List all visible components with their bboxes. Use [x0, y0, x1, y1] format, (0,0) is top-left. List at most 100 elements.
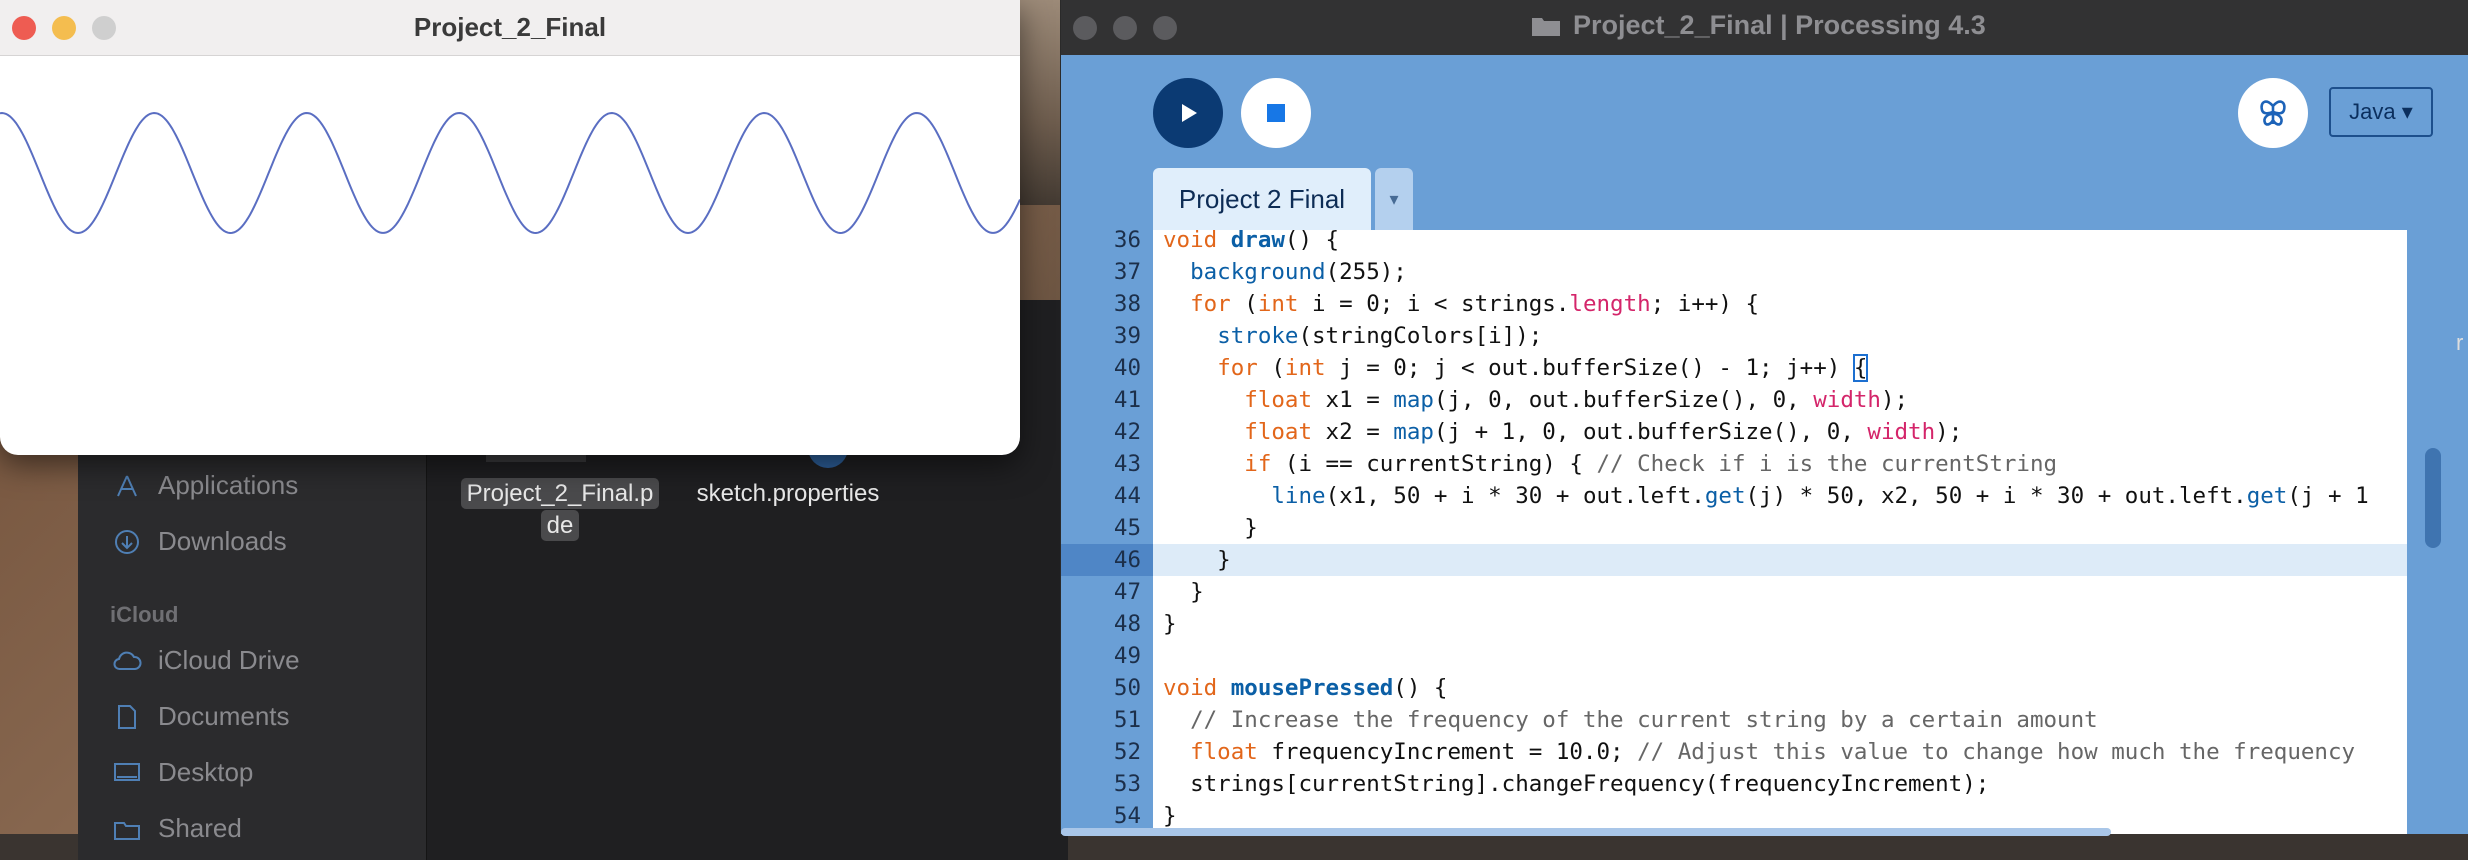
code-line[interactable]: 48} [1061, 608, 2407, 640]
file-name: sketch.properties [696, 480, 880, 507]
code-text: for (int j = 0; j < out.bufferSize() - 1… [1217, 354, 1869, 382]
play-icon [1182, 104, 1197, 122]
code-line[interactable]: 41 float x1 = map(j, 0, out.bufferSize()… [1061, 384, 2407, 416]
line-number: 37 [1113, 259, 1141, 285]
code-text: void mousePressed() { [1163, 675, 1448, 701]
code-line[interactable]: 47 } [1061, 576, 2407, 608]
code-text: background(255); [1190, 259, 1407, 285]
editor-scrollbar[interactable] [2407, 230, 2468, 834]
document-icon [112, 702, 142, 732]
code-text: float frequencyIncrement = 10.0; // Adju… [1190, 739, 2356, 765]
line-number: 50 [1113, 675, 1141, 701]
code-text: float x1 = map(j, 0, out.bufferSize(), 0… [1244, 387, 1909, 413]
code-line[interactable]: 45 } [1061, 512, 2407, 544]
line-number: 38 [1113, 291, 1141, 317]
scrollbar-thumb[interactable] [2425, 448, 2441, 548]
code-line[interactable]: 44 line(x1, 50 + i * 30 + out.left.get(j… [1061, 480, 2407, 512]
line-number: 52 [1113, 739, 1141, 765]
sidebar-item-downloads[interactable]: Downloads [112, 526, 287, 557]
offscreen-text-fragment: r [2456, 330, 2464, 355]
code-text: } [1163, 547, 1231, 573]
sidebar-item-label: iCloud Drive [158, 645, 300, 675]
file-item-pde[interactable]: Project_2_Final.p de [450, 478, 670, 542]
sidebar-item-applications[interactable]: Applications [112, 470, 298, 501]
cloud-icon [112, 646, 142, 676]
sidebar-item-label: Downloads [158, 526, 287, 556]
sidebar-section-icloud: iCloud [110, 602, 179, 627]
tab-menu-button[interactable]: ▾ [1375, 168, 1413, 230]
minimize-button[interactable] [1113, 16, 1137, 40]
line-number: 46 [1061, 544, 1153, 576]
code-line[interactable]: 40 for (int j = 0; j < out.bufferSize() … [1061, 352, 2407, 384]
zoom-button[interactable] [1153, 16, 1177, 40]
code-line[interactable]: 53 strings[currentString].changeFrequenc… [1061, 768, 2407, 800]
close-button[interactable] [1073, 16, 1097, 40]
line-number: 49 [1113, 643, 1141, 669]
code-line[interactable]: 52 float frequencyIncrement = 10.0; // A… [1061, 736, 2407, 768]
line-number: 41 [1113, 387, 1141, 413]
sine-wave-line [0, 111, 1020, 235]
code-line[interactable]: 42 float x2 = map(j + 1, 0, out.bufferSi… [1061, 416, 2407, 448]
sidebar-item-label: Documents [158, 701, 290, 731]
code-line[interactable]: 50 void mousePressed() { [1061, 672, 2407, 704]
line-number: 40 [1113, 355, 1141, 381]
code-line[interactable]: 38 for (int i = 0; i < strings.length; i… [1061, 288, 2407, 320]
stop-button[interactable] [1241, 78, 1311, 148]
shared-folder-icon [112, 814, 142, 844]
code-line[interactable]: 49 [1061, 640, 2407, 672]
sidebar-item-desktop[interactable]: Desktop [112, 757, 253, 788]
code-text: if (i == currentString) { // Check if i … [1244, 451, 2058, 477]
sidebar-item-documents[interactable]: Documents [112, 701, 290, 732]
sidebar-item-label: Applications [158, 470, 299, 500]
file-item-properties[interactable]: sketch.properties [668, 480, 908, 508]
code-text: } [1163, 515, 1258, 541]
code-text: } [1163, 611, 1177, 637]
code-line[interactable]: 43 if (i == currentString) { // Check if… [1061, 448, 2407, 480]
line-number: 36 [1113, 230, 1141, 253]
sketch-canvas[interactable] [0, 56, 1020, 455]
code-line[interactable]: 39 stroke(stringColors[i]); [1061, 320, 2407, 352]
line-number: 47 [1113, 579, 1141, 605]
line-number: 48 [1113, 611, 1141, 637]
code-line[interactable]: 46 } [1061, 544, 2407, 576]
line-number: 45 [1113, 515, 1141, 541]
text-cursor: { [1852, 354, 1869, 382]
sidebar-item-shared[interactable]: Shared [112, 813, 242, 844]
file-name-line2: de [540, 510, 580, 541]
processing-ide-window: Project_2_Final | Processing 4.3 Java ▾ … [1060, 0, 2468, 836]
line-number: 53 [1113, 771, 1141, 797]
desktop-icon [112, 758, 142, 788]
code-text: line(x1, 50 + i * 30 + out.left.get(j) *… [1271, 483, 2369, 509]
code-text: stroke(stringColors[i]); [1217, 323, 1543, 349]
sidebar-item-icloud-drive[interactable]: iCloud Drive [112, 645, 300, 676]
ide-titlebar: Project_2_Final | Processing 4.3 [1061, 0, 2468, 55]
code-text: } [1163, 579, 1204, 605]
code-line[interactable]: 51 // Increase the frequency of the curr… [1061, 704, 2407, 736]
code-editor[interactable]: 36 void draw() {37 background(255); 38 for… [1061, 230, 2407, 834]
code-text: strings[currentString].changeFrequency(f… [1163, 771, 1990, 797]
mode-selector[interactable]: Java ▾ [2329, 87, 2433, 137]
stop-icon [1267, 104, 1285, 122]
code-line[interactable]: 37 background(255); [1061, 256, 2407, 288]
sidebar-item-label: Shared [158, 813, 242, 843]
debugger-button[interactable] [2238, 78, 2308, 148]
line-number: 51 [1113, 707, 1141, 733]
tab-project-2-final[interactable]: Project 2 Final [1153, 168, 1371, 230]
folder-icon [1532, 17, 1560, 36]
ide-window-title: Project_2_Final | Processing 4.3 [1531, 10, 1986, 41]
line-number: 44 [1113, 483, 1141, 509]
code-text: void draw() { [1163, 230, 1340, 253]
code-text: // Increase the frequency of the current… [1190, 707, 2098, 733]
applications-icon [112, 471, 142, 501]
horizontal-scrollbar[interactable] [1061, 828, 2111, 836]
code-text: float x2 = map(j + 1, 0, out.bufferSize(… [1244, 419, 1963, 445]
run-button[interactable] [1153, 78, 1223, 148]
downloads-icon [112, 527, 142, 557]
sketch-window: Project_2_Final [0, 0, 1020, 455]
sketch-tab-bar: Project 2 Final ▾ [1061, 168, 2468, 230]
code-line[interactable]: 36 void draw() { [1061, 230, 2407, 256]
line-number: 39 [1113, 323, 1141, 349]
desktop-wallpaper-strip [1015, 0, 1060, 205]
sidebar-item-label: Desktop [158, 757, 254, 787]
ide-toolbar: Java ▾ [1061, 55, 2468, 165]
